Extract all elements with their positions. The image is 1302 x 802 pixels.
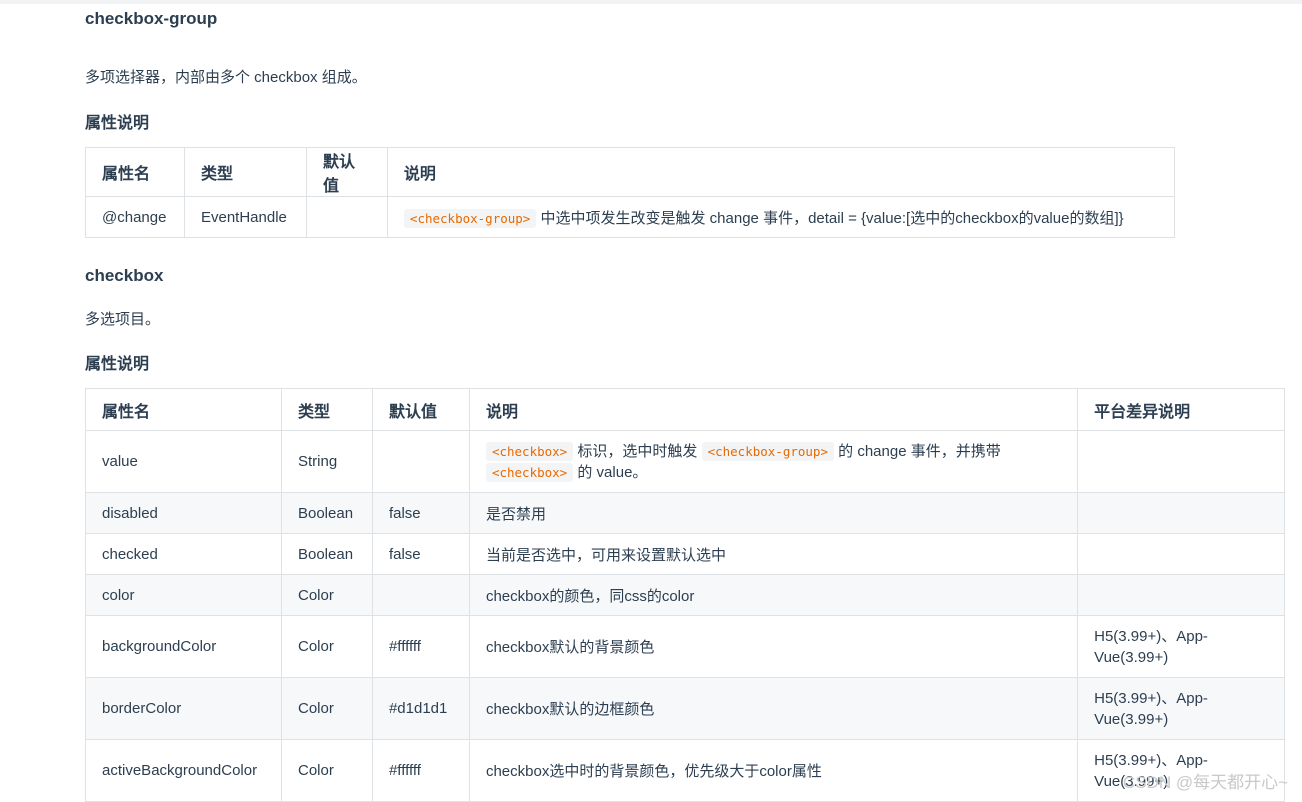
prop-platform	[1077, 430, 1285, 493]
table-row: value String <checkbox> 标识，选中时触发 <checkb…	[85, 430, 1285, 493]
top-divider	[0, 0, 1302, 4]
prop-platform: H5(3.99+)、App-Vue(3.99+)	[1077, 615, 1285, 678]
header-cell: 类型	[280, 388, 373, 431]
header-cell: 默认值	[305, 147, 388, 197]
prop-desc: checkbox默认的背景颜色	[468, 615, 1079, 678]
section-title-checkbox-group: checkbox-group	[85, 9, 218, 28]
inline-code: <checkbox-group>	[403, 208, 537, 228]
prop-default: #ffffff	[371, 739, 470, 802]
prop-platform	[1077, 492, 1285, 534]
prop-name: borderColor	[85, 677, 282, 740]
props-heading-checkbox-group: 属性说明	[85, 115, 150, 132]
section-desc-checkbox: 多选项目。	[85, 311, 161, 328]
props-table-checkbox: 属性名 类型 默认值 说明 平台差异说明 value String <check…	[85, 388, 1285, 802]
prop-default: #d1d1d1	[371, 677, 470, 740]
table-row: activeBackgroundColor Color #ffffff chec…	[85, 739, 1285, 802]
prop-default	[305, 196, 388, 238]
prop-type: Boolean	[280, 533, 373, 575]
prop-name: disabled	[85, 492, 282, 534]
prop-desc: checkbox选中时的背景颜色，优先级大于color属性	[468, 739, 1079, 802]
prop-default: false	[371, 492, 470, 534]
props-table-checkbox-group: 属性名 类型 默认值 说明 @change EventHandle <check…	[85, 147, 1176, 238]
inline-code: <checkbox>	[485, 441, 574, 461]
prop-type: String	[280, 430, 373, 493]
prop-default	[371, 574, 470, 616]
prop-desc-text: 的 value。	[577, 463, 648, 481]
table-row: checked Boolean false 当前是否选中，可用来设置默认选中	[85, 533, 1285, 575]
prop-name: @change	[85, 196, 185, 238]
prop-desc: <checkbox> 标识，选中时触发 <checkbox-group> 的 c…	[468, 430, 1079, 493]
csdn-watermark: CSDN @每天都开心~	[1122, 773, 1288, 792]
prop-type: Color	[280, 739, 373, 802]
section-title-checkbox: checkbox	[85, 266, 164, 285]
prop-name: checked	[85, 533, 282, 575]
header-cell: 类型	[183, 147, 307, 197]
prop-type: Color	[280, 574, 373, 616]
prop-desc: 是否禁用	[468, 492, 1079, 534]
prop-desc-text: 的 change 事件，并携带	[838, 442, 1001, 460]
prop-name: color	[85, 574, 282, 616]
prop-desc: 当前是否选中，可用来设置默认选中	[468, 533, 1079, 575]
prop-default: false	[371, 533, 470, 575]
prop-platform: H5(3.99+)、App-Vue(3.99+)	[1077, 677, 1285, 740]
prop-type: Color	[280, 615, 373, 678]
header-cell: 平台差异说明	[1077, 388, 1285, 431]
inline-code: <checkbox-group>	[701, 441, 834, 461]
table-row: disabled Boolean false 是否禁用	[85, 492, 1285, 534]
table-header-row: 属性名 类型 默认值 说明 平台差异说明	[85, 388, 1285, 431]
props-heading-checkbox: 属性说明	[85, 356, 150, 373]
prop-platform	[1077, 533, 1285, 575]
prop-default	[371, 430, 470, 493]
table-row: @change EventHandle <checkbox-group> 中选中…	[85, 196, 1176, 238]
prop-desc: <checkbox-group> 中选中项发生改变是触发 change 事件，d…	[386, 196, 1176, 238]
prop-platform	[1077, 574, 1285, 616]
header-cell: 属性名	[85, 147, 185, 197]
prop-name: backgroundColor	[85, 615, 282, 678]
prop-desc: checkbox默认的边框颜色	[468, 677, 1079, 740]
prop-name: value	[85, 430, 282, 493]
prop-type: EventHandle	[183, 196, 307, 238]
header-cell: 属性名	[85, 388, 282, 431]
table-row: color Color checkbox的颜色，同css的color	[85, 574, 1285, 616]
prop-name: activeBackgroundColor	[85, 739, 282, 802]
table-header-row: 属性名 类型 默认值 说明	[85, 147, 1176, 197]
prop-desc-text: 中选中项发生改变是触发 change 事件，detail = {value:[选…	[540, 209, 1124, 227]
section-desc-checkbox-group: 多项选择器，内部由多个 checkbox 组成。	[85, 69, 367, 86]
prop-type: Boolean	[280, 492, 373, 534]
header-cell: 说明	[468, 388, 1079, 431]
header-cell: 说明	[386, 147, 1176, 197]
prop-type: Color	[280, 677, 373, 740]
inline-code: <checkbox>	[485, 462, 574, 482]
prop-desc-text: 标识，选中时触发	[577, 442, 698, 460]
prop-default: #ffffff	[371, 615, 470, 678]
table-row: borderColor Color #d1d1d1 checkbox默认的边框颜…	[85, 677, 1285, 740]
table-row: backgroundColor Color #ffffff checkbox默认…	[85, 615, 1285, 678]
prop-desc: checkbox的颜色，同css的color	[468, 574, 1079, 616]
header-cell: 默认值	[371, 388, 470, 431]
